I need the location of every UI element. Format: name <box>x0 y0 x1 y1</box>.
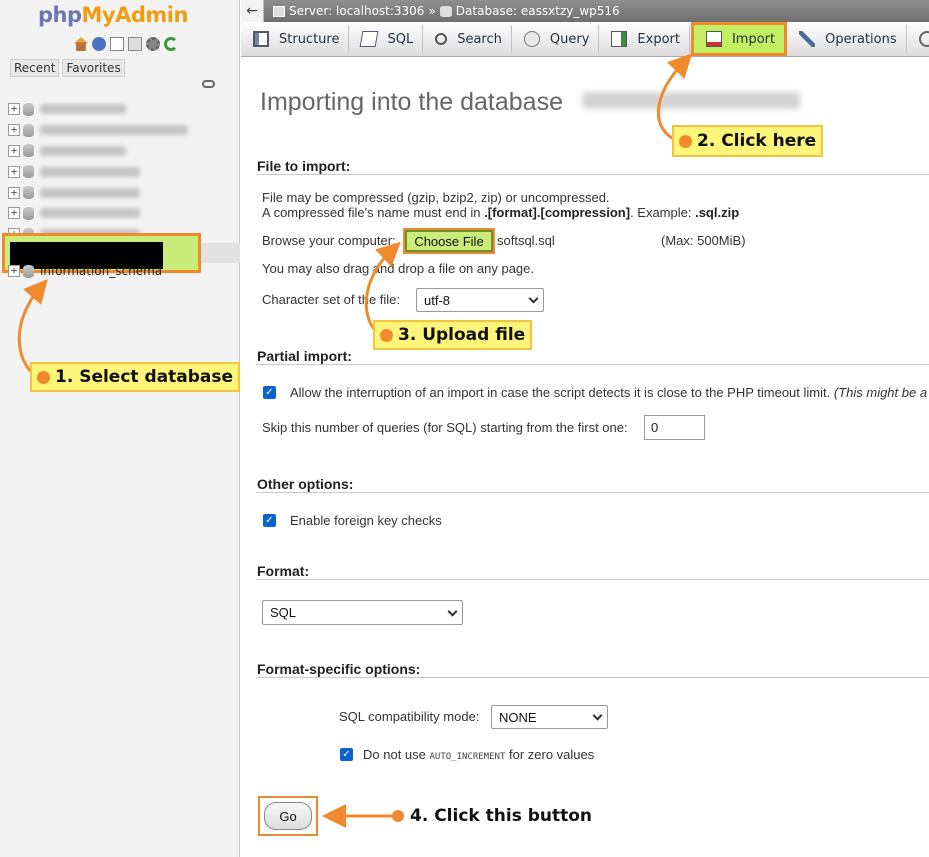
arrow-step4-dot <box>392 810 404 822</box>
callout-step1: 1. Select database <box>30 362 240 392</box>
callout-dot <box>37 370 50 384</box>
callout-text: 2. Click here <box>697 131 817 151</box>
callout-step2: 2. Click here <box>672 125 824 157</box>
callout-text: 1. Select database <box>55 367 233 387</box>
callout-step3: 3. Upload file <box>373 320 533 350</box>
callout-text: 3. Upload file <box>398 325 526 345</box>
callout-step4: 4. Click this button <box>405 802 597 830</box>
callout-dot <box>679 134 692 148</box>
callout-dot <box>380 328 393 342</box>
callout-text: 4. Click this button <box>410 806 593 826</box>
